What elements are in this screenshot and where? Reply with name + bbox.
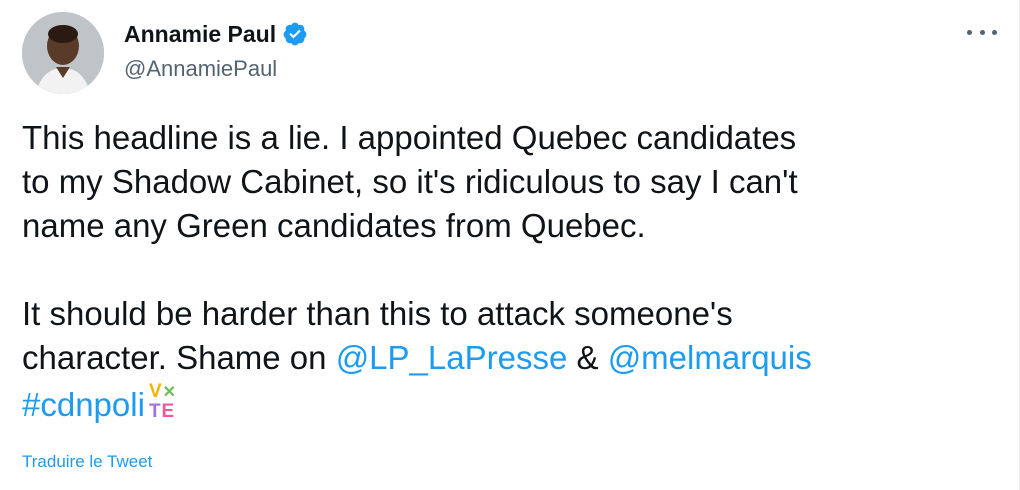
tweet-text-segment: character. Shame on (22, 339, 336, 376)
vote-letter: V (148, 381, 163, 402)
tweet-line: It should be harder than this to attack … (22, 295, 733, 332)
tweet-line: #cdnpoli V✕ TE (22, 380, 982, 427)
ellipsis-dot-icon (967, 29, 972, 35)
author-handle[interactable]: @AnnamiePaul (124, 56, 308, 82)
more-options-button[interactable] (967, 22, 997, 42)
mention-melmarquis[interactable]: @melmarquis (608, 339, 812, 376)
author-name[interactable]: Annamie Paul (124, 20, 276, 48)
vote-emoji-icon: V✕ TE (149, 380, 191, 424)
mention-lp-lapresse[interactable]: @LP_LaPresse (336, 339, 568, 376)
verified-badge-icon (282, 21, 308, 47)
tweet-card: Annamie Paul @AnnamiePaul This headline … (0, 0, 1020, 490)
avatar[interactable] (22, 12, 104, 94)
vote-letter: ✕ (162, 384, 178, 401)
tweet-text: This headline is a lie. I appointed Queb… (22, 116, 982, 427)
name-row: Annamie Paul (124, 20, 308, 48)
translate-tweet-link[interactable]: Traduire le Tweet (22, 452, 152, 472)
tweet-text-segment: & (567, 339, 608, 376)
tweet-line: name any Green candidates from Quebec. (22, 207, 646, 244)
author-info: Annamie Paul @AnnamiePaul (124, 20, 308, 82)
vote-letter: T (148, 401, 162, 422)
profile-photo-icon (22, 12, 104, 94)
tweet-line: This headline is a lie. I appointed Queb… (22, 119, 797, 156)
tweet-line: character. Shame on @LP_LaPresse & @melm… (22, 336, 982, 380)
tweet-line: to my Shadow Cabinet, so it's ridiculous… (22, 163, 798, 200)
hashtag-cdnpoli[interactable]: #cdnpoli (22, 386, 145, 423)
ellipsis-dot-icon (992, 29, 997, 35)
ellipsis-dot-icon (979, 29, 985, 35)
vote-letter: E (161, 401, 176, 422)
